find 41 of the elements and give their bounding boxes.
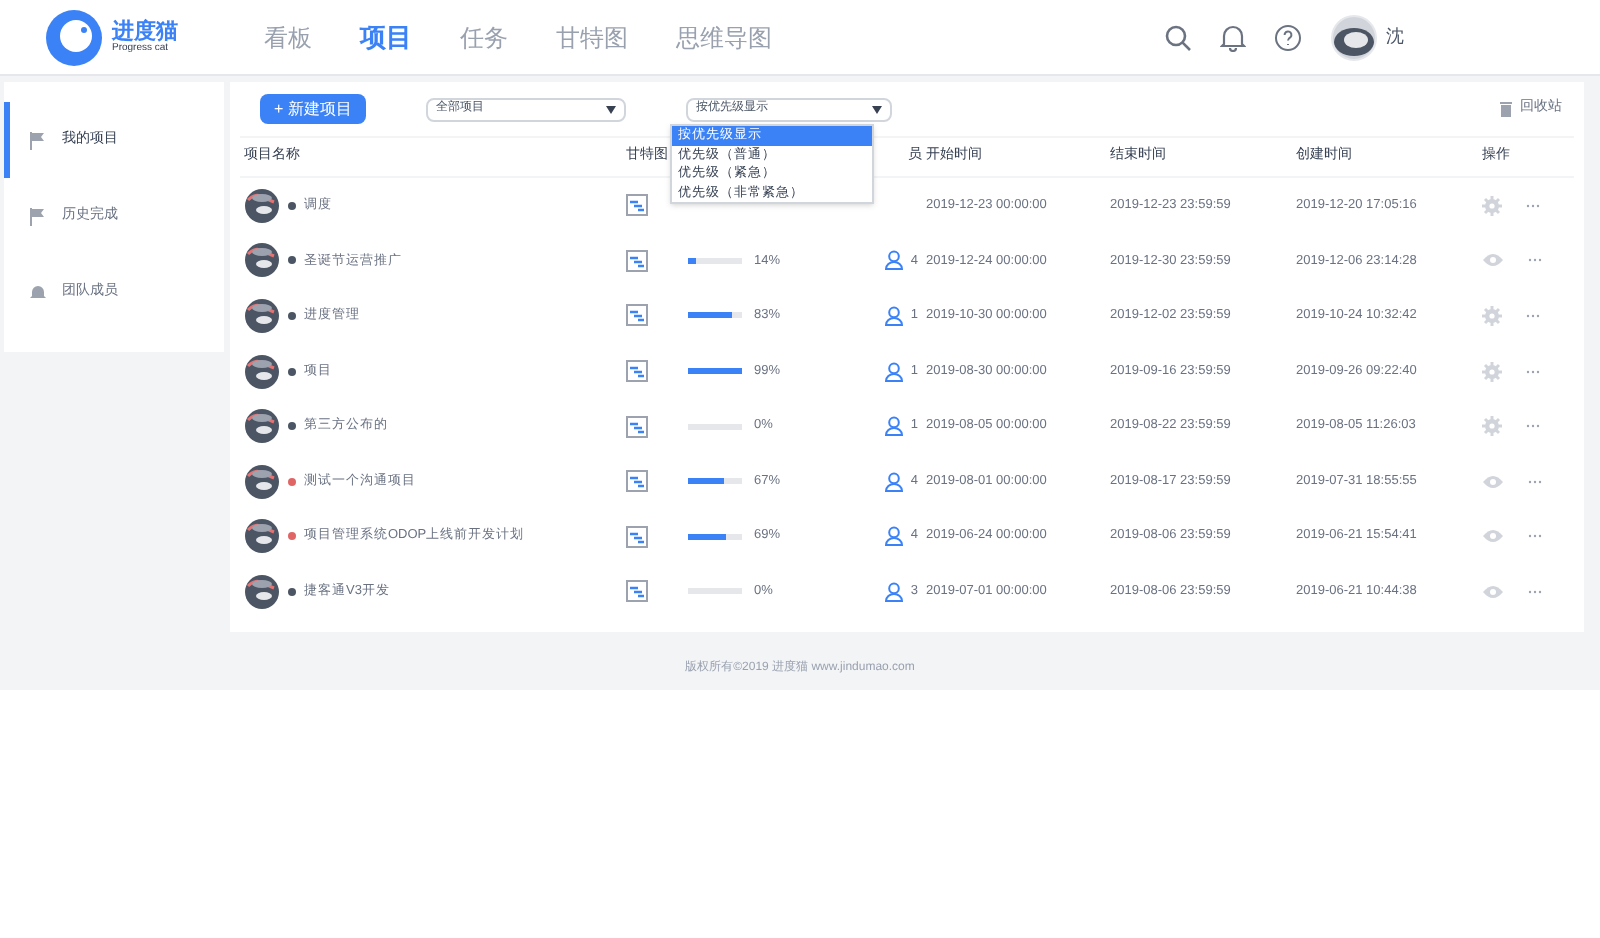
caret-icon [605,105,616,113]
trash-icon [1500,101,1512,117]
gantt-chart-icon[interactable] [626,360,648,383]
user-icon[interactable] [884,471,905,492]
search-icon[interactable] [1164,23,1192,51]
bell-icon[interactable] [1220,23,1246,51]
more-icon[interactable] [1526,313,1540,318]
more-icon[interactable] [1526,203,1540,208]
user-icon[interactable] [884,250,905,271]
user-icon[interactable] [884,361,905,382]
caret-icon [871,105,882,113]
flag-icon [30,207,46,225]
gantt-chart-icon[interactable] [626,470,648,493]
more-icon[interactable] [1528,589,1542,594]
user-icon[interactable] [884,416,905,437]
gantt-chart-icon[interactable] [626,304,648,327]
more-icon[interactable] [1528,479,1542,484]
more-icon[interactable] [1528,258,1542,263]
more-icon[interactable] [1528,534,1542,539]
more-icon[interactable] [1526,424,1540,429]
gantt-chart-icon[interactable] [626,194,648,217]
gantt-chart-icon[interactable] [626,249,648,272]
more-icon[interactable] [1526,369,1540,374]
user-icon[interactable] [884,581,905,602]
progress-bar [688,368,742,375]
logo-icon [44,7,104,67]
gantt-chart-icon[interactable] [626,525,648,548]
user-name[interactable]: 沈 [1386,23,1404,51]
user-icon[interactable] [884,526,905,547]
progress-bar [688,478,742,485]
logo-title: 进度猫 [112,21,178,43]
progress-bar [688,533,742,540]
gantt-chart-icon[interactable] [626,580,648,603]
user-icon[interactable] [884,305,905,326]
flag-icon [30,131,46,149]
gantt-chart-icon[interactable] [626,415,648,438]
help-icon[interactable] [1274,23,1302,51]
progress-bar [688,312,742,319]
nav-tab[interactable]: 项目 [360,17,412,57]
new-project-button[interactable]: + 新建项目 [260,94,366,124]
bell-icon [30,284,46,300]
